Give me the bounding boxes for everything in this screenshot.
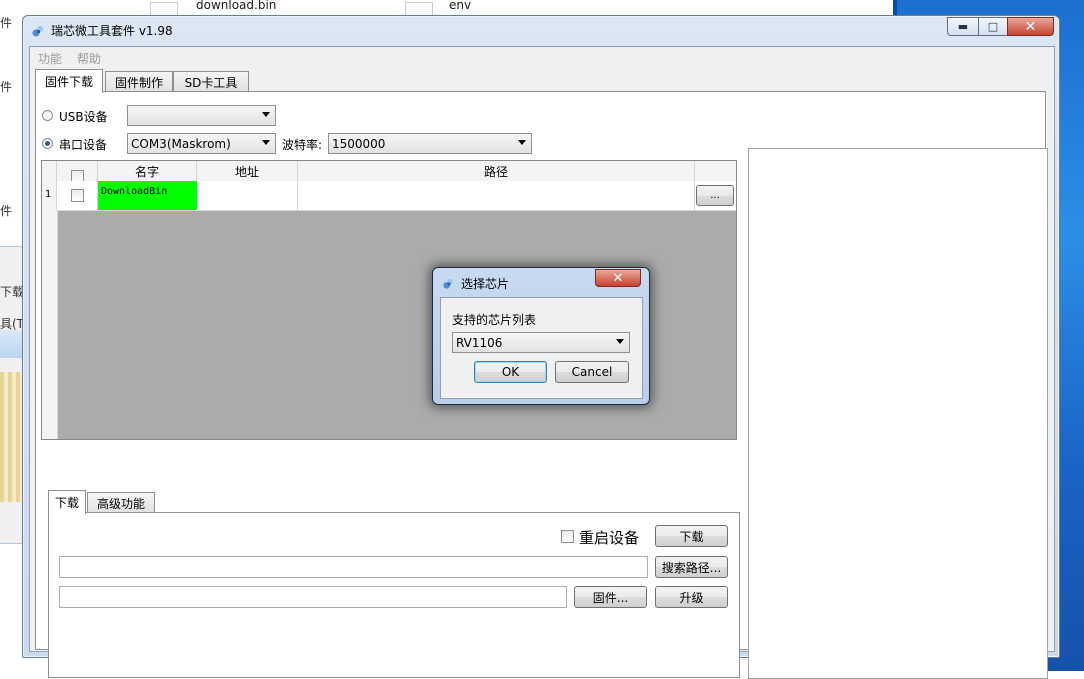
firmware-path-field[interactable] — [59, 586, 567, 608]
bg-left-label: 件 — [0, 16, 13, 30]
cancel-button[interactable]: Cancel — [555, 361, 629, 383]
upgrade-button[interactable]: 升级 — [655, 586, 728, 608]
baud-rate-select[interactable]: 1500000 — [328, 133, 532, 154]
name-header[interactable]: 名字 — [98, 161, 197, 181]
search-path-field[interactable] — [59, 556, 648, 578]
baud-label: 波特率: — [282, 138, 323, 152]
close-button[interactable]: ✕ — [1007, 17, 1054, 36]
table-row[interactable]: 1 DownloadBin ... — [42, 181, 736, 211]
app-icon — [32, 26, 43, 37]
window-title: 瑞芯微工具套件 v1.98 — [51, 24, 173, 38]
chevron-down-icon — [518, 140, 526, 145]
bg-file-name-download[interactable]: download.bin — [196, 0, 276, 12]
row-path-cell[interactable] — [298, 181, 695, 210]
dialog-close-button[interactable]: ✕ — [595, 269, 641, 287]
restart-device-label: 重启设备 — [579, 529, 640, 547]
dialog-title: 选择芯片 — [461, 277, 510, 291]
serial-label: 串口设备 — [59, 138, 108, 152]
usb-radio[interactable] — [42, 110, 53, 121]
download-button[interactable]: 下载 — [655, 525, 728, 547]
serial-device-select[interactable]: COM3(Maskrom) — [127, 133, 276, 154]
row-header-column — [42, 210, 58, 439]
firmware-button[interactable]: 固件... — [574, 586, 647, 608]
row-address-cell[interactable] — [197, 181, 298, 210]
row-name-cell[interactable]: DownloadBin — [98, 181, 197, 210]
baud-rate-value: 1500000 — [332, 136, 386, 151]
select-all-header — [57, 161, 98, 183]
browse-button[interactable]: ... — [696, 185, 734, 206]
row-number: 1 — [42, 181, 57, 210]
background-thumbnail — [0, 372, 22, 502]
tab-firmware-download[interactable]: 固件下载 — [35, 69, 103, 93]
search-path-button[interactable]: 搜索路径... — [655, 556, 728, 578]
serial-radio[interactable] — [42, 138, 53, 149]
browse-header — [695, 161, 736, 181]
menu-bar: 功能 帮助 — [30, 47, 1054, 67]
tab-firmware-make[interactable]: 固件制作 — [105, 71, 173, 93]
chevron-down-icon — [616, 339, 624, 344]
usb-label: USB设备 — [59, 110, 108, 124]
maximize-button[interactable]: □ — [978, 17, 1008, 36]
download-tab-panel: 重启设备 下载 搜索路径... 固件... 升级 — [48, 512, 740, 678]
bg-left-label: 件 — [0, 204, 13, 218]
minimize-button[interactable]: ▬ — [947, 17, 979, 36]
chip-select-value: RV1106 — [456, 335, 503, 350]
bg-left-label: 件 — [0, 80, 13, 94]
row-check-cell — [57, 181, 98, 210]
path-header[interactable]: 路径 — [298, 161, 695, 181]
tab-sd-tool[interactable]: SD卡工具 — [173, 71, 249, 93]
ok-button[interactable]: OK — [474, 361, 547, 383]
restart-device-checkbox[interactable] — [561, 530, 574, 543]
usb-device-select[interactable] — [127, 105, 276, 126]
bg-left-label: 下载 — [0, 285, 25, 299]
background-toolbar — [0, 330, 22, 358]
chip-select[interactable]: RV1106 — [452, 332, 630, 353]
chevron-down-icon — [262, 140, 270, 145]
address-header[interactable]: 地址 — [197, 161, 298, 181]
chevron-down-icon — [262, 112, 270, 117]
row-checkbox[interactable] — [71, 189, 84, 202]
app-icon — [443, 278, 454, 289]
select-chip-dialog: 选择芯片 ✕ 支持的芯片列表 RV1106 OK Cancel — [432, 267, 650, 405]
grid-header: 名字 地址 路径 — [42, 161, 736, 183]
serial-device-value: COM3(Maskrom) — [131, 136, 231, 151]
tab-download[interactable]: 下载 — [48, 490, 86, 514]
tab-advanced[interactable]: 高级功能 — [87, 492, 155, 514]
bg-file-name-env[interactable]: env — [449, 0, 471, 12]
menu-function[interactable]: 功能 — [38, 50, 62, 67]
row-number-header — [42, 161, 57, 181]
chip-list-label: 支持的芯片列表 — [452, 313, 537, 327]
dialog-body: 支持的芯片列表 RV1106 OK Cancel — [440, 297, 643, 399]
log-panel[interactable] — [748, 148, 1048, 679]
menu-help[interactable]: 帮助 — [77, 50, 101, 67]
